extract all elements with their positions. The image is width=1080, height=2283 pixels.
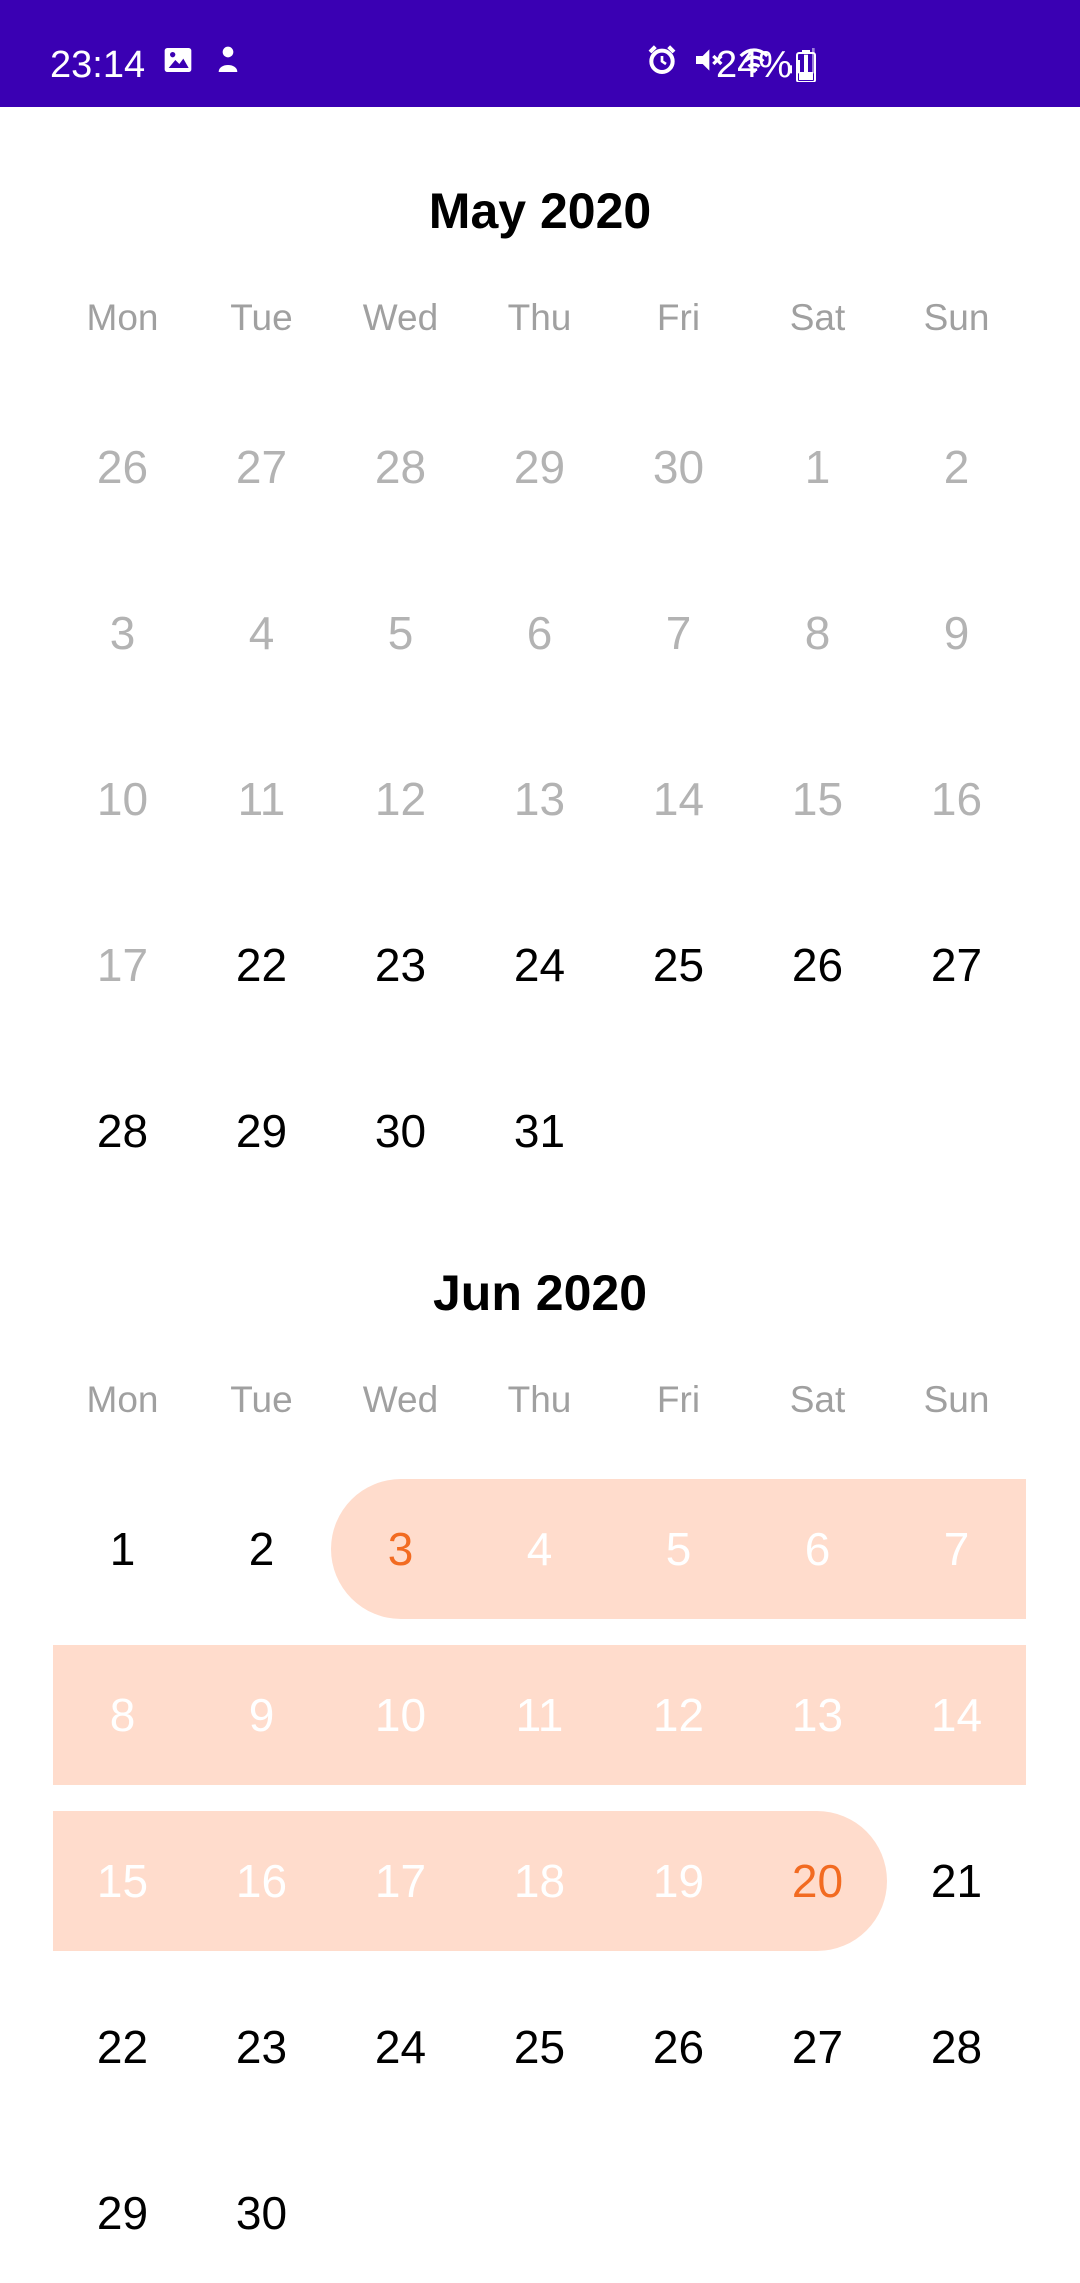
day-cell[interactable]: 17	[53, 895, 192, 1035]
weekday-label-mon: Mon	[86, 297, 159, 338]
day-cell[interactable]: 22	[192, 895, 331, 1035]
week-row: 15 16 17 18 19 20 21	[53, 1811, 1027, 1951]
day-cell[interactable]: 8	[53, 1645, 192, 1785]
weekday-label-wed: Wed	[362, 1379, 439, 1420]
day-cell[interactable]: 10	[53, 729, 192, 869]
day-cell[interactable]: 14	[609, 729, 748, 869]
battery-percentage: 24%	[716, 44, 793, 86]
day-cell[interactable]: 27	[748, 1977, 887, 2117]
weekday-label-fri: Fri	[656, 1379, 701, 1420]
day-cell[interactable]: 16	[887, 729, 1026, 869]
day-cell[interactable]: 1	[748, 397, 887, 537]
week-row: 29 30	[53, 2143, 1027, 2283]
day-cell[interactable]: 26	[748, 895, 887, 1035]
week-row: 1234567	[53, 1479, 1027, 1619]
day-cell[interactable]: 5	[331, 563, 470, 703]
day-cell[interactable]: 12	[331, 729, 470, 869]
week-row: 28 29 30 31	[53, 1061, 1027, 1201]
weekday-label-sat: Sat	[789, 297, 846, 338]
day-cell[interactable]: 25	[609, 895, 748, 1035]
day-cell[interactable]: 24	[470, 895, 609, 1035]
day-cell[interactable]: 19	[609, 1811, 748, 1951]
day-cell[interactable]: 30	[192, 2143, 331, 2283]
day-cell[interactable]: 30	[609, 397, 748, 537]
status-bar: 23:14 24%	[0, 0, 1080, 107]
weekday-label-sun: Sun	[923, 297, 990, 338]
image-icon	[164, 48, 192, 72]
notification-person-icon	[218, 46, 238, 72]
status-time: 23:14	[50, 44, 146, 86]
day-cell[interactable]: 14	[887, 1645, 1026, 1785]
week-row: 10 11 12 13 14 15 16	[53, 729, 1027, 869]
day-cell[interactable]: 27	[887, 895, 1026, 1035]
day-cell[interactable]: 15	[748, 729, 887, 869]
day-cell[interactable]: 18	[470, 1811, 609, 1951]
day-cell[interactable]: 26	[609, 1977, 748, 2117]
month-title: May 2020	[428, 183, 652, 239]
day-cell[interactable]: 12	[609, 1645, 748, 1785]
day-cell[interactable]: 29	[192, 1061, 331, 1201]
day-cell[interactable]: 2	[887, 397, 1026, 537]
day-cell[interactable]: 17	[331, 1811, 470, 1951]
weekday-label-wed: Wed	[362, 297, 439, 338]
day-cell[interactable]: 29	[470, 397, 609, 537]
weekday-label-sun: Sun	[923, 1379, 990, 1420]
weekday-label-thu: Thu	[507, 1379, 572, 1420]
day-cell[interactable]: 28	[331, 397, 470, 537]
day-cell[interactable]: 30	[331, 1061, 470, 1201]
week-row: 17 22 23 24 25 26 27	[53, 895, 1027, 1035]
weekday-label-thu: Thu	[507, 297, 572, 338]
day-cell[interactable]: 8	[748, 563, 887, 703]
day-cell[interactable]: 13	[470, 729, 609, 869]
month-title: Jun 2020	[432, 1265, 647, 1321]
day-cell[interactable]: 22	[53, 1977, 192, 2117]
day-cell[interactable]: 4	[470, 1479, 609, 1619]
day-cell[interactable]: 25	[470, 1977, 609, 2117]
weekday-label-mon: Mon	[86, 1379, 159, 1420]
day-cell[interactable]: 16	[192, 1811, 331, 1951]
weekday-label-sat: Sat	[789, 1379, 846, 1420]
day-cell[interactable]: 31	[470, 1061, 609, 1201]
weekday-label-tue: Tue	[230, 1379, 293, 1420]
day-cell[interactable]: 11	[470, 1645, 609, 1785]
day-cell[interactable]: 13	[748, 1645, 887, 1785]
day-cell[interactable]: 11	[192, 729, 331, 869]
day-cell[interactable]: 23	[192, 1977, 331, 2117]
weekday-label-tue: Tue	[230, 297, 293, 338]
battery-icon	[796, 50, 816, 82]
day-cell[interactable]: 3	[331, 1479, 470, 1619]
day-cell[interactable]: 1	[53, 1479, 192, 1619]
week-row: 22 23 24 25 26 27 28	[53, 1977, 1027, 2117]
day-cell[interactable]: 28	[887, 1977, 1026, 2117]
day-cell[interactable]: 9	[192, 1645, 331, 1785]
day-cell[interactable]: 5	[609, 1479, 748, 1619]
day-cell[interactable]: 6	[470, 563, 609, 703]
day-cell[interactable]: 3	[53, 563, 192, 703]
day-cell[interactable]: 10	[331, 1645, 470, 1785]
day-cell[interactable]: 29	[53, 2143, 192, 2283]
weekday-label-fri: Fri	[656, 297, 701, 338]
day-cell[interactable]: 23	[331, 895, 470, 1035]
day-cell[interactable]: 7	[609, 563, 748, 703]
day-cell[interactable]: 20	[748, 1811, 887, 1951]
day-cell[interactable]: 26	[53, 397, 192, 537]
week-row: 8 9 10 11 12 13 14	[53, 1645, 1027, 1785]
day-cell[interactable]: 24	[331, 1977, 470, 2117]
day-cell[interactable]: 4	[192, 563, 331, 703]
day-cell[interactable]: 2	[192, 1479, 331, 1619]
day-cell[interactable]: 21	[887, 1811, 1026, 1951]
day-cell[interactable]: 28	[53, 1061, 192, 1201]
alarm-icon	[648, 45, 676, 74]
day-cell[interactable]: 9	[887, 563, 1026, 703]
week-row: 3456789	[53, 563, 1027, 703]
day-cell[interactable]: 6	[748, 1479, 887, 1619]
day-cell[interactable]: 7	[887, 1479, 1026, 1619]
week-row: 26 27 28 29 30 1 2	[53, 397, 1027, 537]
day-cell[interactable]: 15	[53, 1811, 192, 1951]
day-cell[interactable]: 27	[192, 397, 331, 537]
